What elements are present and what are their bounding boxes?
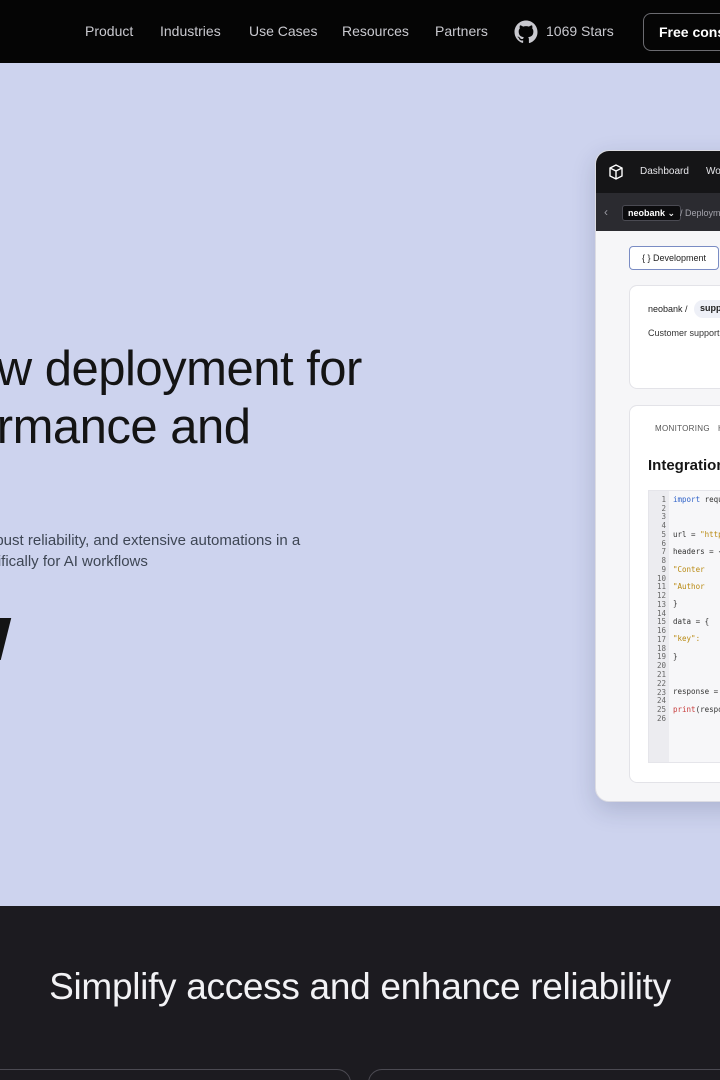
feature-card — [368, 1069, 720, 1080]
integration-heading: Integration — [648, 457, 720, 474]
nav-partners[interactable]: Partners — [435, 23, 488, 39]
line-number: 9 — [661, 565, 666, 574]
line-number: 17 — [656, 635, 666, 644]
hero-title-line-1: ow deployment for — [0, 342, 362, 396]
hero-cta-fragment[interactable] — [0, 618, 12, 660]
code-line: } — [673, 652, 678, 661]
line-number: 22 — [656, 679, 666, 688]
line-number: 26 — [656, 714, 666, 723]
code-line: import requ — [673, 495, 720, 504]
line-number: 4 — [661, 521, 666, 530]
line-number: 1 — [661, 495, 666, 504]
mockup-nav-workflows[interactable]: Wo — [706, 166, 720, 177]
logo-icon — [609, 164, 623, 180]
line-number: 25 — [656, 705, 666, 714]
code-line: } — [673, 599, 678, 608]
nav-use-cases[interactable]: Use Cases — [249, 23, 317, 39]
code-line: response = — [673, 687, 719, 696]
nav-product[interactable]: Product — [85, 23, 133, 39]
mockup-nav-dashboard[interactable]: Dashboard — [640, 166, 689, 177]
top-nav: Product Industries Use Cases Resources P… — [0, 0, 720, 63]
integration-card: MONITORING H Integration 1import requ234… — [629, 405, 720, 783]
section-title: Simplify access and enhance reliability — [49, 966, 671, 1007]
code-block: 1import requ2345url = "http6headers = {7… — [648, 490, 720, 763]
code-line: "key": — [673, 634, 701, 643]
code-line: headers = { — [673, 547, 720, 556]
hero-subtitle-line-1: robust reliability, and extensive automa… — [0, 532, 301, 549]
code-line: data = { — [673, 617, 710, 626]
code-line: "Author — [673, 582, 705, 591]
mockup-breadcrumb-bar: ‹ neobank ⌄ / Deploym — [596, 193, 720, 231]
line-number: 11 — [656, 582, 666, 591]
line-number: 19 — [656, 652, 666, 661]
github-icon[interactable] — [514, 20, 538, 44]
free-consultation-button[interactable]: Free cons — [643, 13, 720, 51]
project-path: neobank / — [648, 304, 688, 314]
app-mockup: Dashboard Wo ‹ neobank ⌄ / Deploym { } D… — [595, 150, 720, 802]
nav-resources[interactable]: Resources — [342, 23, 409, 39]
code-line: "Conter — [673, 565, 705, 574]
project-card: neobank / supp Customer support neobank — [629, 285, 720, 389]
hero-title: ow deployment for ormance and — [0, 340, 362, 456]
chevron-left-icon[interactable]: ‹ — [604, 205, 608, 219]
line-number: 21 — [656, 670, 666, 679]
features-section: Simplify access and enhance reliability — [0, 906, 720, 1080]
github-stars[interactable]: 1069 Stars — [546, 23, 614, 39]
line-number: 15 — [656, 617, 666, 626]
line-number: 3 — [661, 512, 666, 521]
code-line: url = "http — [673, 530, 720, 539]
feature-card — [0, 1069, 351, 1080]
hero-title-line-2: ormance and — [0, 400, 251, 454]
development-env-button[interactable]: { } Development — [629, 246, 719, 270]
line-number: 5 — [661, 530, 666, 539]
line-number: 20 — [656, 661, 666, 670]
line-number: 8 — [661, 556, 666, 565]
line-number: 12 — [656, 591, 666, 600]
project-select[interactable]: neobank ⌄ — [622, 205, 682, 221]
line-number: 24 — [656, 696, 666, 705]
code-line: print(respo — [673, 705, 720, 714]
line-number: 16 — [656, 626, 666, 635]
mockup-topbar: Dashboard Wo — [596, 151, 720, 193]
nav-industries[interactable]: Industries — [160, 23, 221, 39]
hero-subtitle: robust reliability, and extensive automa… — [0, 530, 300, 572]
hero-subtitle-line-2: ecifically for AI workflows — [0, 553, 148, 570]
project-description: Customer support neobank — [648, 328, 720, 338]
line-number: 7 — [661, 547, 666, 556]
breadcrumb[interactable]: / Deploym — [680, 208, 720, 218]
line-number: 13 — [656, 600, 666, 609]
tab-monitoring[interactable]: MONITORING — [655, 424, 710, 433]
project-pill[interactable]: supp — [694, 300, 720, 318]
